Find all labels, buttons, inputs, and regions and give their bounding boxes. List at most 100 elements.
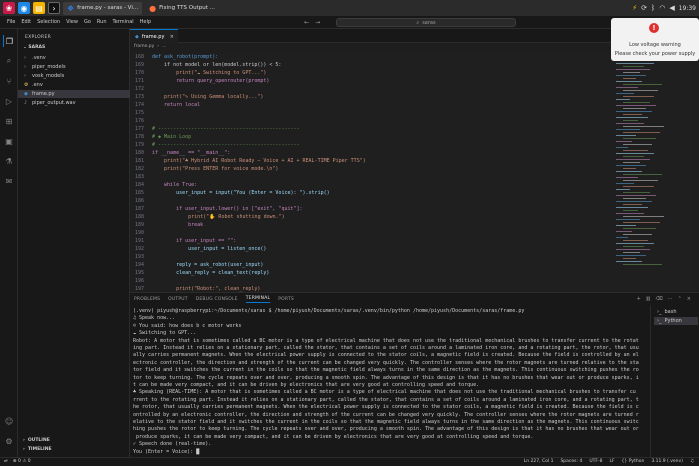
- menu-help[interactable]: Help: [137, 19, 154, 25]
- code-editor[interactable]: 168 def ask_robot(prompt): 169 if not mode…: [130, 53, 612, 292]
- minimap-line: [623, 150, 648, 151]
- terminal-output[interactable]: (.venv) piyush@raspberrypi:~/Documents/s…: [130, 305, 650, 457]
- chat-icon[interactable]: ✉: [3, 175, 15, 187]
- tab-output[interactable]: OUTPUT: [168, 297, 188, 302]
- tab-ports[interactable]: PORTS: [278, 297, 294, 302]
- taskbar-window-firefox[interactable]: ● Fixing TTS Output ...: [145, 2, 219, 15]
- source-control-icon[interactable]: ⑂: [3, 75, 15, 87]
- forward-arrow-icon[interactable]: →: [315, 19, 320, 26]
- terminal-line: You (Enter = Voice): █: [133, 448, 200, 455]
- menu-selection[interactable]: Selection: [34, 19, 63, 25]
- terminal-line: tor to keep turning. The cycle repeats o…: [133, 374, 639, 381]
- notification-title: Low voltage warning: [629, 42, 681, 48]
- problems-indicator[interactable]: ⊗ 0 ⚠ 0: [13, 459, 31, 464]
- minimap-line: [616, 159, 650, 160]
- cursor-position[interactable]: Ln 227, Col 1: [524, 459, 554, 464]
- search-view-icon[interactable]: ⌕: [3, 55, 15, 67]
- tree-item-piper-output[interactable]: ♪ piper_output.wav: [18, 99, 130, 107]
- minimap-line: [616, 165, 646, 166]
- notifications-bell-icon[interactable]: ♫: [690, 459, 694, 464]
- code-line: clean_reply = clean_text(reply): [152, 270, 270, 276]
- minimap-line: [616, 243, 654, 244]
- testing-icon[interactable]: ⚗: [3, 155, 15, 167]
- python-interpreter[interactable]: 3.11.9 (.venv): [651, 459, 683, 464]
- browser-icon[interactable]: ◉: [18, 2, 30, 14]
- chevron-right-icon: ›: [24, 55, 26, 61]
- kill-terminal-icon[interactable]: ⌫: [656, 296, 663, 302]
- settings-file-icon: ⚙: [24, 82, 29, 88]
- tree-item-venv[interactable]: › .venv: [18, 54, 130, 62]
- run-debug-icon[interactable]: ▷: [3, 95, 15, 107]
- minimap-line: [623, 108, 646, 109]
- line-number: 195: [134, 270, 144, 276]
- terminal-line: ally carries permanent magnets. When the…: [133, 352, 639, 359]
- tab-problems[interactable]: PROBLEMS: [134, 297, 160, 302]
- python-file-icon: ◆: [135, 33, 139, 40]
- menu-terminal[interactable]: Terminal: [110, 19, 137, 25]
- line-number: 189: [134, 222, 144, 228]
- breadcrumb-file[interactable]: frame.py: [134, 44, 154, 49]
- workspace-folder[interactable]: ⌄ SARAS: [23, 45, 45, 50]
- timeline-section[interactable]: › TIMELINE: [23, 447, 52, 452]
- maximize-panel-icon[interactable]: ⌃: [678, 296, 682, 302]
- minimap-line: [623, 90, 658, 91]
- tree-item-env[interactable]: ⚙ .env: [18, 81, 130, 89]
- new-terminal-icon[interactable]: +: [637, 296, 641, 302]
- menu-file[interactable]: File: [4, 19, 18, 25]
- wifi-icon[interactable]: ◠: [659, 4, 665, 12]
- terminal-python[interactable]: ›_ Python: [654, 317, 698, 325]
- volume-icon[interactable]: ◀: [669, 4, 674, 12]
- indentation[interactable]: Spaces: 4: [560, 459, 582, 464]
- close-panel-icon[interactable]: ×: [687, 296, 691, 302]
- terminal-line: ☁ Switching to GPT...: [133, 330, 197, 337]
- raspberry-menu-icon[interactable]: ❀: [3, 2, 15, 14]
- terminal-line: ♣ Speaking (REAL-TIME): A motor that is …: [133, 389, 636, 396]
- minimap[interactable]: [612, 53, 692, 292]
- tab-terminal[interactable]: TERMINAL: [245, 296, 271, 303]
- tab-debug-console[interactable]: DEBUG CONSOLE: [196, 297, 238, 302]
- vscode-titlebar: File Edit Selection View Go Run Terminal…: [0, 16, 699, 29]
- terminal-icon[interactable]: ›: [48, 2, 60, 14]
- minimap-line: [616, 249, 650, 250]
- minimap-line: [623, 102, 650, 103]
- line-ending[interactable]: LF: [609, 459, 614, 464]
- encoding[interactable]: UTF-8: [589, 459, 602, 464]
- menu-run[interactable]: Run: [94, 19, 110, 25]
- bluetooth-icon[interactable]: ᛒ: [651, 4, 655, 12]
- remote-explorer-icon[interactable]: ▣: [3, 135, 15, 147]
- remote-indicator-icon[interactable]: ⇌: [4, 459, 8, 464]
- explorer-icon[interactable]: ❐: [3, 35, 15, 47]
- minimap-line: [623, 210, 638, 211]
- terminal-line: Robot: A motor that is sometimes called …: [133, 337, 639, 344]
- tree-item-frame-py[interactable]: ◆ frame.py: [18, 90, 130, 98]
- taskbar-window-vscode[interactable]: ❖ frame.py - saras - Vi...: [63, 1, 143, 15]
- terminal-line: ☺ You said: how does b c motor works: [133, 322, 242, 329]
- updates-icon[interactable]: ⟳: [641, 4, 647, 12]
- line-number: 191: [134, 238, 144, 244]
- low-voltage-notification[interactable]: ! Low voltage warning Please check your …: [611, 18, 699, 61]
- clock[interactable]: 19:39: [679, 5, 696, 12]
- os-taskbar: ❀ ◉ ▤ › ❖ frame.py - saras - Vi... ● Fix…: [0, 0, 699, 16]
- more-icon[interactable]: ⋯: [668, 296, 673, 302]
- menu-go[interactable]: Go: [81, 19, 94, 25]
- lightning-warning-icon[interactable]: ⚡: [632, 4, 637, 12]
- manage-gear-icon[interactable]: ⚙: [3, 435, 15, 447]
- breadcrumb-symbol[interactable]: ...: [162, 44, 166, 49]
- extensions-icon[interactable]: ⊞: [3, 115, 15, 127]
- outline-section[interactable]: › OUTLINE: [23, 438, 50, 443]
- account-icon[interactable]: ☺: [3, 415, 15, 427]
- language-mode[interactable]: {} Python: [622, 459, 645, 464]
- back-arrow-icon[interactable]: ←: [304, 19, 309, 26]
- file-manager-icon[interactable]: ▤: [33, 2, 45, 14]
- menu-view[interactable]: View: [63, 19, 81, 25]
- menu-edit[interactable]: Edit: [18, 19, 34, 25]
- tree-item-vosk-models[interactable]: › vosk_models: [18, 72, 130, 80]
- close-icon[interactable]: ×: [170, 34, 174, 40]
- command-center-search[interactable]: ⌕ saras: [336, 18, 516, 27]
- split-terminal-icon[interactable]: ▥: [646, 296, 651, 302]
- terminal-bash[interactable]: ›_ bash: [654, 308, 698, 316]
- code-line: def ask_robot(prompt):: [152, 54, 219, 60]
- tree-item-piper-models[interactable]: › piper_models: [18, 63, 130, 71]
- tab-frame-py[interactable]: ◆ frame.py ×: [130, 29, 178, 43]
- terminal-line: rrent to the rotating part. Instead it r…: [133, 396, 639, 403]
